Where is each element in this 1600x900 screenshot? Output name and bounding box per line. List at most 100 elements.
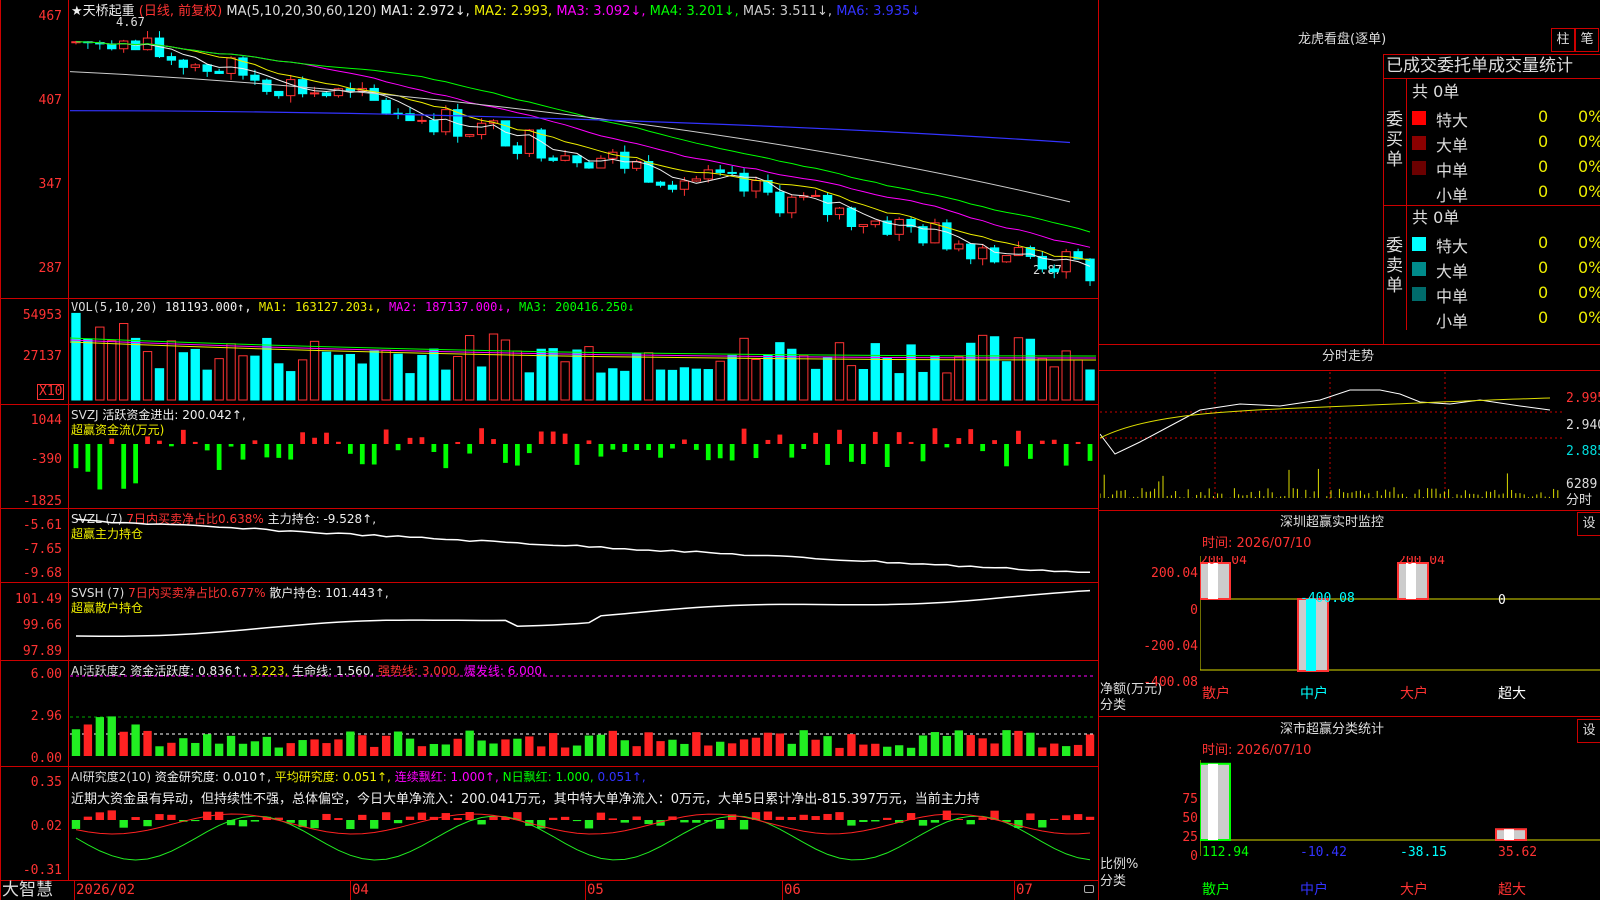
activity-bar [632,746,641,756]
buy-order-row: 小单 0 0% [1410,181,1600,205]
candle [858,224,869,228]
research-bar [477,820,486,825]
candle [679,180,690,190]
research-bar [167,814,176,820]
order-count: 0 [1538,182,1549,201]
flow-bar [932,428,938,444]
date-label: 2026/02 [76,882,136,898]
ai2-streak: 连续飘红: 1.000↑, [394,770,499,784]
activity-bar [95,717,105,756]
intraday-chart[interactable] [1100,372,1564,510]
order-count: 0 [1538,283,1549,302]
lock-icon[interactable] [1084,885,1094,893]
activity-bar [1014,730,1023,756]
volume-bar [1085,369,1095,401]
svzl-tick: -9.68 [22,566,62,581]
flow-bar [550,431,556,444]
chart-mode[interactable]: (日线, 前复权) [139,4,222,19]
ratio-bar-highlight [1504,829,1514,840]
color-swatch [1412,312,1426,326]
candlestick-chart[interactable] [70,18,1096,296]
research-bar [465,812,474,820]
activity-bar [143,730,152,756]
volume-chart[interactable] [70,312,1096,402]
volume-bar [130,337,141,401]
class-bar-chart[interactable]: 112.94 -10.42 -38.15 35.62 散户 中户 大户 超大 [1200,760,1600,900]
activity-bar [501,739,510,756]
candle [834,207,845,216]
flow-bar [837,429,842,444]
monitor-settings-button[interactable]: 设 [1577,512,1600,536]
volume-bar [799,354,809,401]
candle [1061,251,1071,273]
flow-bar [312,437,317,444]
price-tick: 347 [38,177,62,192]
order-pct: 0% [1578,258,1600,277]
flow-bar [157,440,162,444]
class-settings-button[interactable]: 设 [1577,719,1600,743]
activity-bar [894,745,904,756]
candle [369,87,379,101]
flow-bar [300,432,306,444]
volume-bar [369,350,379,401]
class-tick: 25 [1182,830,1198,845]
candle [1049,268,1059,273]
research-chart[interactable] [70,806,1096,878]
activity-bar [680,743,689,756]
volume-bar [739,337,749,401]
order-type: 中单 [1436,161,1469,180]
research-bar [883,817,892,820]
activity-bar [358,735,367,756]
activity-chart[interactable] [70,674,1096,764]
ratio-value-label: 35.62 [1498,845,1537,860]
category-label: 散户 [1202,685,1230,702]
research-bar [95,812,105,820]
buy-order-row: 特大 0 0% [1410,106,1600,130]
intraday-title: 分时走势 [1322,349,1375,364]
main-holding-chart[interactable] [70,512,1096,580]
flow-bar [240,444,246,460]
volume-bar [297,359,308,401]
class-tick: 75 [1182,792,1198,807]
retail-holding-chart[interactable] [70,586,1096,658]
research-bar [692,820,701,823]
activity-bar [298,740,307,756]
fund-flow-chart[interactable] [70,420,1096,506]
candle [464,134,475,137]
brand-logo[interactable]: 大智慧 [2,880,53,900]
research-bar [966,820,975,825]
tick-mode-button[interactable]: 笔 [1575,28,1599,52]
ai2-legend: AI研究度2(10) 资金研究度: 0.010↑, 平均研究度: 0.051↑,… [71,768,646,785]
flow-bar [121,444,127,489]
candle [846,207,857,228]
flow-bar [658,444,663,458]
research-bar [405,816,415,820]
volume-bar [1037,357,1047,401]
intraday-tick: 2.995 [1566,391,1600,406]
candle [381,99,391,114]
flow-bar [192,441,198,444]
volume-bar [1073,359,1083,401]
candle [727,171,737,174]
volume-bar [274,363,284,401]
ratio-bar-highlight [1208,763,1218,840]
activity-bar [370,746,379,756]
volume-bar [834,342,845,401]
activity-bar [859,744,868,756]
research-bar [644,820,653,825]
monitor-x-label: 分类 [1100,698,1127,713]
candle [810,194,821,197]
ai1-tick: 6.00 [30,667,62,682]
candle [620,151,630,169]
monitor-bar-chart[interactable]: 200.04 -400.08 200.04 0 散户 中户 大户 超大 [1200,556,1600,716]
ai2-tick: 0.35 [30,775,62,790]
activity-bar [823,736,832,756]
net-value-label: 0 [1498,593,1506,608]
flow-bar [252,440,258,444]
volume-bar [691,368,702,401]
volume-bar [166,340,177,401]
research-bar [799,814,808,820]
flow-bar [801,444,807,449]
flow-bar [538,431,544,444]
bar-mode-button[interactable]: 柱 [1551,28,1575,52]
